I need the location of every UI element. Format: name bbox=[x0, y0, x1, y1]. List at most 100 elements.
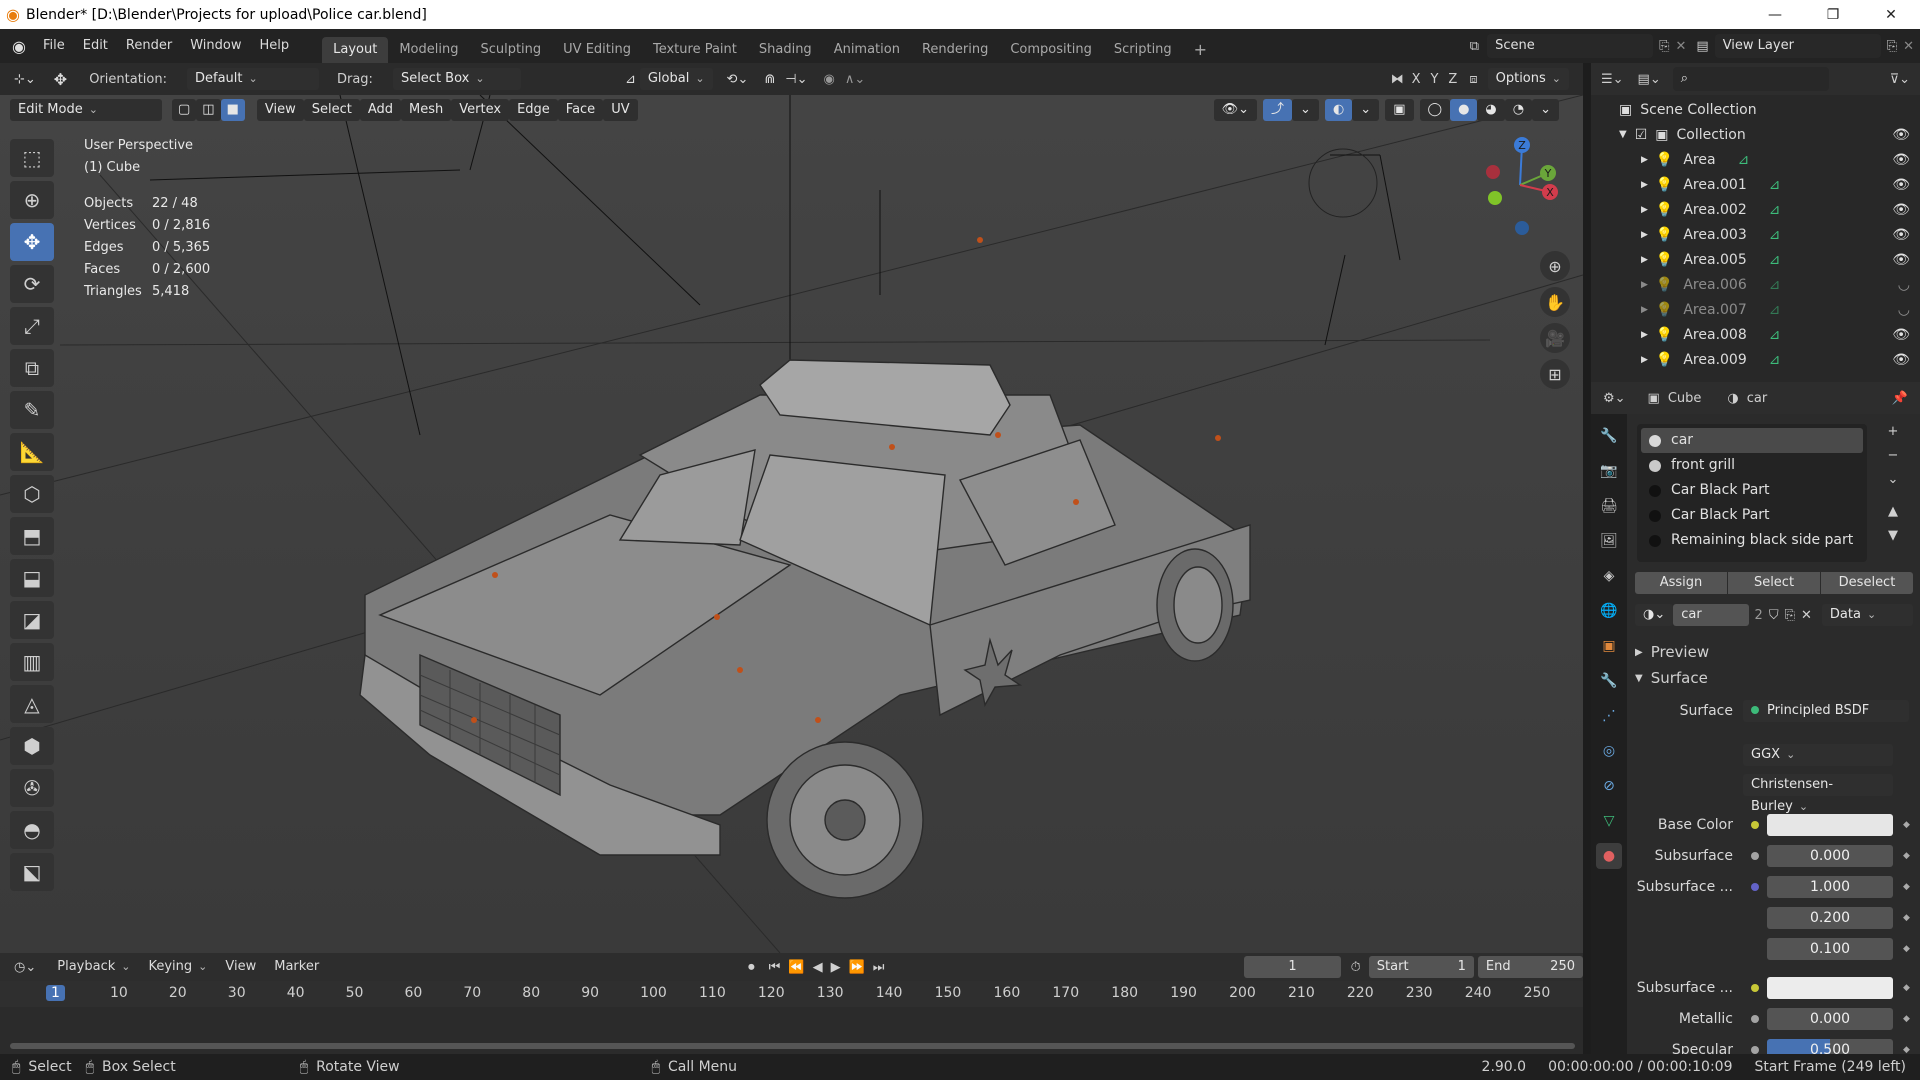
eye-icon[interactable]: 👁 bbox=[1892, 127, 1910, 143]
particles-tab-icon[interactable]: ⋰ bbox=[1596, 703, 1622, 729]
output-tab-icon[interactable]: 🖨 bbox=[1596, 493, 1622, 519]
gizmo-dropdown-icon[interactable]: ⌄ bbox=[1292, 99, 1319, 121]
new-scene-icon[interactable]: ⎘ bbox=[1659, 39, 1669, 54]
data-tab-icon[interactable]: ▽ bbox=[1596, 808, 1622, 834]
annotate-tool-icon[interactable]: ✎ bbox=[10, 391, 54, 429]
light-data-icon[interactable]: ⊿ bbox=[1738, 152, 1750, 168]
current-frame-field[interactable]: 1 bbox=[1244, 956, 1341, 978]
extrude-tool-icon[interactable]: ⬒ bbox=[10, 517, 54, 555]
axis-z-toggle[interactable]: Z bbox=[1448, 72, 1457, 87]
tab-compositing[interactable]: Compositing bbox=[999, 37, 1103, 63]
socket-icon[interactable] bbox=[1751, 882, 1759, 891]
timeline-ruler[interactable]: 1 10 20 30 40 50 60 70 80 90 100 110 120 130 140 150 160… bbox=[0, 981, 1583, 1007]
eye-icon[interactable]: 👁 bbox=[1892, 152, 1910, 168]
loop-cut-tool-icon[interactable]: ▥ bbox=[10, 643, 54, 681]
link-dropdown[interactable]: Data bbox=[1821, 604, 1913, 626]
delete-scene-icon[interactable]: ✕ bbox=[1675, 39, 1686, 54]
jump-start-icon[interactable]: ⏮ bbox=[769, 960, 781, 975]
expand-arrow-icon[interactable]: ▶ bbox=[1641, 155, 1648, 165]
outliner-search-input[interactable]: ⌕ bbox=[1672, 67, 1829, 91]
tab-modeling[interactable]: Modeling bbox=[388, 37, 469, 63]
outliner-item[interactable]: ▶ 💡 Area.002 ⊿ 👁 bbox=[1591, 197, 1920, 222]
view-layer-tab-icon[interactable]: 🖼 bbox=[1596, 528, 1622, 554]
remove-slot-icon[interactable]: − bbox=[1881, 448, 1905, 472]
pivot-icon[interactable]: ⟲⌄ bbox=[727, 72, 749, 87]
light-data-icon[interactable]: ⊿ bbox=[1769, 327, 1781, 343]
duplicate-material-icon[interactable]: ⎘ bbox=[1785, 608, 1795, 623]
solid-shading-icon[interactable]: ● bbox=[1450, 99, 1478, 121]
object-tab-icon[interactable]: ▣ bbox=[1596, 633, 1622, 659]
expand-arrow-icon[interactable]: ▶ bbox=[1641, 355, 1648, 365]
axis-y-toggle[interactable]: Y bbox=[1430, 72, 1438, 87]
move-tool-icon[interactable]: ✥ bbox=[10, 223, 54, 261]
navigation-gizmo[interactable]: Z Y X bbox=[1470, 135, 1570, 235]
view-layer-field[interactable]: View Layer bbox=[1714, 34, 1881, 58]
visibility-icon[interactable]: 👁⌄ bbox=[1213, 99, 1258, 121]
material-slot-list[interactable]: car front grill Car Black Part Car Black Pa… bbox=[1637, 424, 1867, 562]
orientation-dropdown[interactable]: Default bbox=[186, 68, 319, 90]
filter-icon[interactable]: ⊽⌄ bbox=[1890, 72, 1910, 87]
move-slot-up-icon[interactable]: ▲ bbox=[1881, 504, 1905, 528]
shading-dropdown-icon[interactable]: ⌄ bbox=[1532, 99, 1559, 121]
outliner-editor-icon[interactable]: ☰⌄ bbox=[1601, 72, 1624, 87]
socket-icon[interactable] bbox=[1751, 1014, 1759, 1023]
material-slot[interactable]: Car Black Part bbox=[1641, 503, 1863, 528]
eye-icon[interactable]: 👁 bbox=[1892, 252, 1910, 268]
menu-vertex[interactable]: Vertex bbox=[451, 99, 510, 121]
delete-view-layer-icon[interactable]: ✕ bbox=[1903, 39, 1914, 54]
expand-arrow-icon[interactable]: ▶ bbox=[1641, 305, 1648, 315]
expand-arrow-icon[interactable]: ▶ bbox=[1641, 330, 1648, 340]
menu-render[interactable]: Render bbox=[117, 33, 181, 59]
minimize-button[interactable]: — bbox=[1746, 0, 1804, 29]
move-slot-down-icon[interactable]: ▼ bbox=[1881, 528, 1905, 552]
outliner-item[interactable]: ▶ 💡 Area.005 ⊿ 👁 bbox=[1591, 247, 1920, 272]
socket-icon[interactable] bbox=[1751, 851, 1759, 860]
scene-tab-icon[interactable]: ◈ bbox=[1596, 563, 1622, 589]
timeline-editor-icon[interactable]: ◷⌄ bbox=[14, 960, 36, 975]
marker-menu[interactable]: Marker bbox=[265, 954, 328, 980]
view-layer-icon[interactable]: ▤ bbox=[1696, 39, 1708, 54]
camera-view-icon[interactable]: 🎥 bbox=[1540, 323, 1570, 353]
tab-rendering[interactable]: Rendering bbox=[911, 37, 999, 63]
snap-icon[interactable]: ⋒ bbox=[764, 72, 775, 87]
end-frame-field[interactable]: End 250 bbox=[1477, 956, 1583, 978]
socket-icon[interactable] bbox=[1751, 820, 1759, 829]
snap-target-icon[interactable]: ⊣⌄ bbox=[785, 72, 807, 87]
keyframe-dot-icon[interactable]: ◆ bbox=[1903, 944, 1910, 954]
color-swatch[interactable] bbox=[1767, 813, 1893, 836]
value-field[interactable]: 0.100 bbox=[1767, 937, 1893, 960]
deselect-button[interactable]: Deselect bbox=[1821, 572, 1913, 594]
eye-icon[interactable]: 👁 bbox=[1892, 352, 1910, 368]
add-slot-icon[interactable]: + bbox=[1881, 424, 1905, 448]
value-field[interactable]: 1.000 bbox=[1767, 875, 1893, 898]
mirror-icon[interactable]: ⧓ bbox=[1391, 72, 1404, 87]
knife-tool-icon[interactable]: ◬ bbox=[10, 685, 54, 723]
tab-scripting[interactable]: Scripting bbox=[1103, 37, 1183, 63]
falloff-icon[interactable]: ∧⌄ bbox=[845, 72, 865, 87]
expand-arrow-icon[interactable]: ▶ bbox=[1641, 180, 1648, 190]
transform-orientation-dropdown[interactable]: Global bbox=[639, 68, 713, 90]
tab-texture-paint[interactable]: Texture Paint bbox=[642, 37, 748, 63]
drag-dropdown[interactable]: Select Box bbox=[392, 68, 521, 90]
material-slot[interactable]: Car Black Part bbox=[1641, 478, 1863, 503]
keyframe-dot-icon[interactable]: ◆ bbox=[1903, 820, 1910, 830]
menu-mesh[interactable]: Mesh bbox=[401, 99, 452, 121]
inset-tool-icon[interactable]: ⬓ bbox=[10, 559, 54, 597]
outliner-item[interactable]: ▶ 💡 Area.008 ⊿ 👁 bbox=[1591, 322, 1920, 347]
rotate-tool-icon[interactable]: ⟳ bbox=[10, 265, 54, 303]
clock-icon[interactable]: ⏱ bbox=[1351, 960, 1361, 975]
expand-arrow-icon[interactable]: ▶ bbox=[1641, 230, 1648, 240]
constraints-tab-icon[interactable]: ⊘ bbox=[1596, 773, 1622, 799]
render-tab-icon[interactable]: 📷 bbox=[1596, 458, 1622, 484]
keyframe-dot-icon[interactable]: ◆ bbox=[1903, 1014, 1910, 1024]
tab-uv-editing[interactable]: UV Editing bbox=[552, 37, 642, 63]
scene-selector-icon[interactable]: ⧉ bbox=[1470, 39, 1479, 54]
transform-tool-icon[interactable]: ⧉ bbox=[10, 349, 54, 387]
slot-menu-icon[interactable]: ⌄ bbox=[1881, 472, 1905, 496]
light-data-icon[interactable]: ⊿ bbox=[1769, 277, 1781, 293]
edge-select-icon[interactable]: ◫ bbox=[196, 99, 221, 121]
editor-type-icon[interactable]: ⊹⌄ bbox=[14, 72, 36, 87]
spin-tool-icon[interactable]: ✇ bbox=[10, 769, 54, 807]
menu-help[interactable]: Help bbox=[250, 33, 298, 59]
eye-icon[interactable]: 👁 bbox=[1892, 227, 1910, 243]
